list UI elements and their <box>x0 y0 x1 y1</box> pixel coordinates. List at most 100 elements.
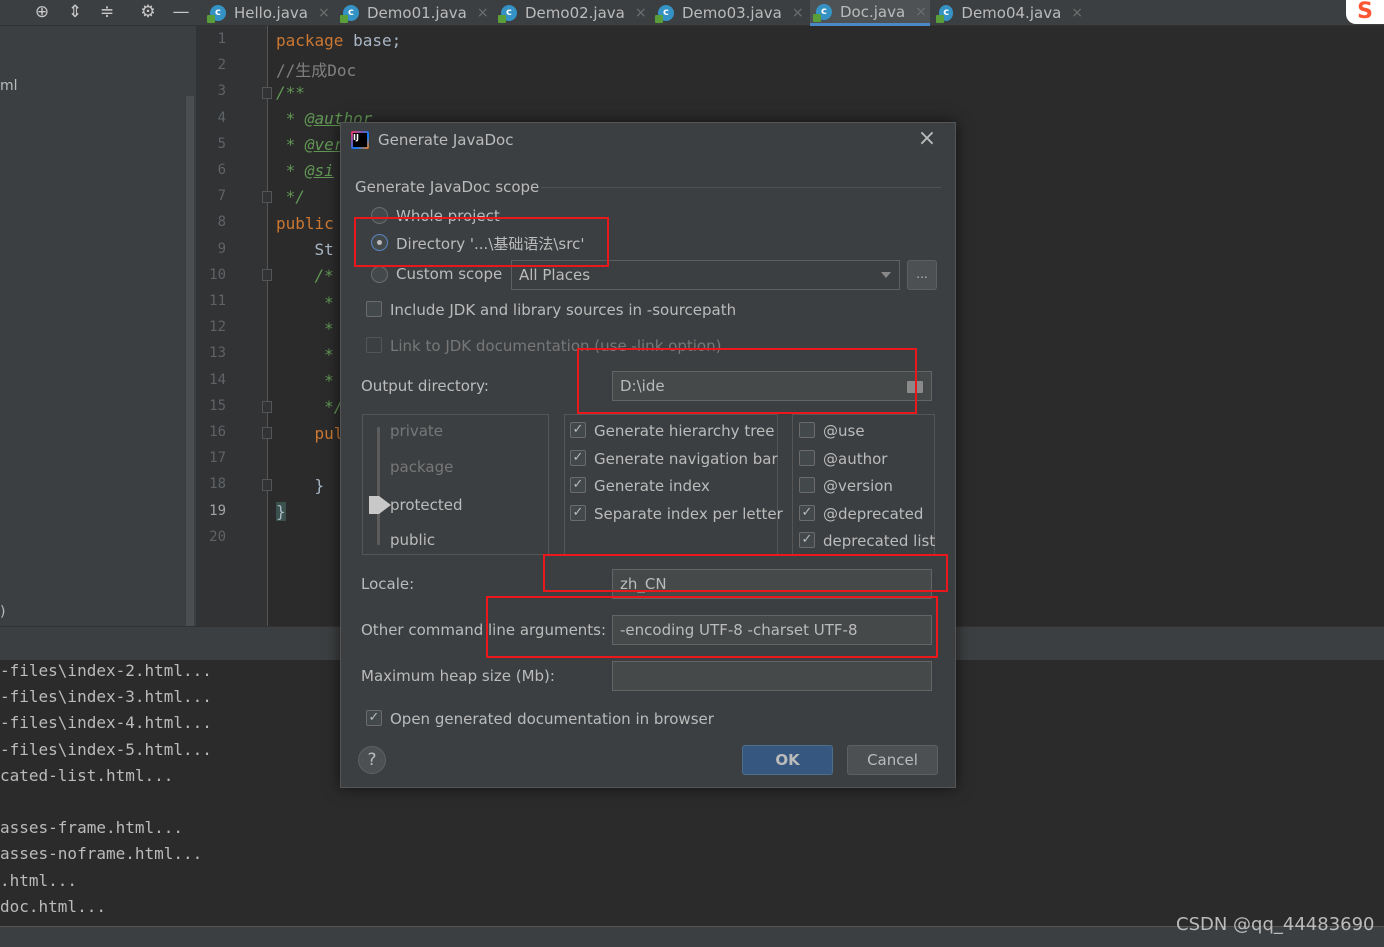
line-number[interactable]: 12 <box>196 319 226 335</box>
tab-demo02-java[interactable]: c Demo02.java × <box>495 0 651 26</box>
close-tab-icon[interactable]: × <box>1071 5 1083 21</box>
line-number[interactable]: 18 <box>196 476 226 492</box>
code-line-9[interactable]: St <box>276 240 334 259</box>
close-icon[interactable]: × <box>915 127 939 151</box>
code-line-14[interactable]: * <box>276 371 334 390</box>
deprecated-list-label[interactable]: deprecated list <box>823 532 935 550</box>
code-line-16[interactable]: pul <box>276 424 344 443</box>
line-number[interactable]: 20 <box>196 529 226 545</box>
line-number[interactable]: 7 <box>196 188 226 204</box>
line-number[interactable]: 8 <box>196 214 226 230</box>
version-tag-label[interactable]: @version <box>823 477 893 495</box>
line-number[interactable]: 15 <box>196 398 226 414</box>
line-number[interactable]: 11 <box>196 293 226 309</box>
use-tag-checkbox[interactable] <box>799 422 815 438</box>
deprecated-tag-checkbox[interactable]: ✓ <box>799 505 815 521</box>
link-jdk-checkbox[interactable] <box>366 337 382 353</box>
author-tag-checkbox[interactable] <box>799 450 815 466</box>
tab-doc-java[interactable]: c Doc.java × <box>810 0 930 26</box>
deprecated-list-checkbox[interactable]: ✓ <box>799 532 815 548</box>
code-line-7[interactable]: */ <box>276 187 305 206</box>
close-tab-icon[interactable]: × <box>635 5 647 21</box>
line-number[interactable]: 9 <box>196 241 226 257</box>
generate-index-label[interactable]: Generate index <box>594 477 710 495</box>
close-tab-icon[interactable]: × <box>477 5 489 21</box>
fold-marker-icon[interactable] <box>262 269 272 281</box>
close-tab-icon[interactable]: × <box>318 5 330 21</box>
code-line-12[interactable]: * <box>276 319 334 338</box>
heap-size-field[interactable] <box>612 661 932 691</box>
line-number[interactable]: 4 <box>196 110 226 126</box>
code-line-1[interactable]: package base; <box>276 31 401 50</box>
ok-button[interactable]: OK <box>742 745 833 775</box>
separate-index-checkbox[interactable]: ✓ <box>570 505 586 521</box>
cancel-button[interactable]: Cancel <box>847 745 938 775</box>
navigation-bar-checkbox[interactable]: ✓ <box>570 450 586 466</box>
close-tab-icon[interactable]: × <box>915 4 927 20</box>
author-tag-label[interactable]: @author <box>823 450 887 468</box>
visibility-slider-track[interactable] <box>377 427 380 545</box>
deprecated-tag-label[interactable]: @deprecated <box>823 505 923 523</box>
radio-custom-scope-label[interactable]: Custom scope <box>396 265 502 283</box>
dialog-title-bar[interactable]: Generate JavaDoc × <box>341 123 955 157</box>
code-line-5[interactable]: * @ver <box>276 135 344 154</box>
open-browser-checkbox[interactable]: ✓ <box>366 710 382 726</box>
open-browser-label[interactable]: Open generated documentation in browser <box>390 710 714 728</box>
fold-marker-icon[interactable] <box>262 401 272 413</box>
visibility-public[interactable]: public <box>390 531 435 549</box>
line-number[interactable]: 10 <box>196 267 226 283</box>
line-number[interactable]: 14 <box>196 372 226 388</box>
line-number[interactable]: 17 <box>196 450 226 466</box>
visibility-protected[interactable]: protected <box>390 496 463 514</box>
project-item[interactable]: ) <box>0 604 5 620</box>
fold-marker-icon[interactable] <box>262 87 272 99</box>
line-number[interactable]: 6 <box>196 162 226 178</box>
fold-marker-icon[interactable] <box>262 427 272 439</box>
minimize-icon[interactable]: — <box>170 1 192 23</box>
line-number[interactable]: 13 <box>196 345 226 361</box>
code-line-18[interactable]: } <box>276 476 325 495</box>
use-tag-label[interactable]: @use <box>823 422 865 440</box>
version-tag-checkbox[interactable] <box>799 477 815 493</box>
hierarchy-tree-checkbox[interactable]: ✓ <box>570 422 586 438</box>
hierarchy-tree-label[interactable]: Generate hierarchy tree <box>594 422 775 440</box>
code-line-10[interactable]: /* <box>276 266 334 285</box>
line-number[interactable]: 1 <box>196 31 226 47</box>
visibility-private[interactable]: private <box>390 422 443 440</box>
tab-hello-java[interactable]: c Hello.java × <box>204 0 334 26</box>
code-line-6[interactable]: * @si <box>276 161 334 180</box>
visibility-package[interactable]: package <box>390 458 453 476</box>
crosshair-icon[interactable]: ⊕ <box>31 1 53 23</box>
code-line-2[interactable]: //生成Doc <box>276 57 356 81</box>
collapse-all-icon[interactable]: ≑ <box>96 1 118 23</box>
line-number[interactable]: 3 <box>196 83 226 99</box>
project-item[interactable]: ml <box>0 78 18 94</box>
line-number[interactable]: 19 <box>196 503 226 519</box>
code-line-15[interactable]: */ <box>276 397 343 416</box>
generate-index-checkbox[interactable]: ✓ <box>570 477 586 493</box>
include-jdk-checkbox[interactable] <box>366 301 382 317</box>
browse-scope-button[interactable]: ... <box>907 260 937 290</box>
visibility-slider-thumb[interactable] <box>369 496 379 514</box>
expand-all-icon[interactable]: ⇕ <box>64 1 86 23</box>
line-number[interactable]: 5 <box>196 136 226 152</box>
code-line-13[interactable]: * <box>276 345 334 364</box>
project-scrollbar[interactable] <box>186 96 194 626</box>
line-number[interactable]: 2 <box>196 57 226 73</box>
fold-marker-icon[interactable] <box>262 479 272 491</box>
tab-demo04-java[interactable]: c Demo04.java × <box>933 0 1083 26</box>
code-line-11[interactable]: * <box>276 293 334 312</box>
tab-demo01-java[interactable]: c Demo01.java × <box>337 0 493 26</box>
code-line-3[interactable]: /** <box>276 83 305 102</box>
fold-marker-icon[interactable] <box>262 191 272 203</box>
code-line-19[interactable]: } <box>276 502 286 521</box>
code-line-8[interactable]: public <box>276 214 334 233</box>
close-tab-icon[interactable]: × <box>792 5 804 21</box>
tab-demo03-java[interactable]: c Demo03.java × <box>652 0 804 26</box>
navigation-bar-label[interactable]: Generate navigation bar <box>594 450 778 468</box>
gear-icon[interactable]: ⚙ <box>137 1 159 23</box>
help-button[interactable]: ? <box>358 746 386 774</box>
radio-custom-scope[interactable] <box>371 266 388 283</box>
separate-index-label[interactable]: Separate index per letter <box>594 505 783 523</box>
line-number[interactable]: 16 <box>196 424 226 440</box>
